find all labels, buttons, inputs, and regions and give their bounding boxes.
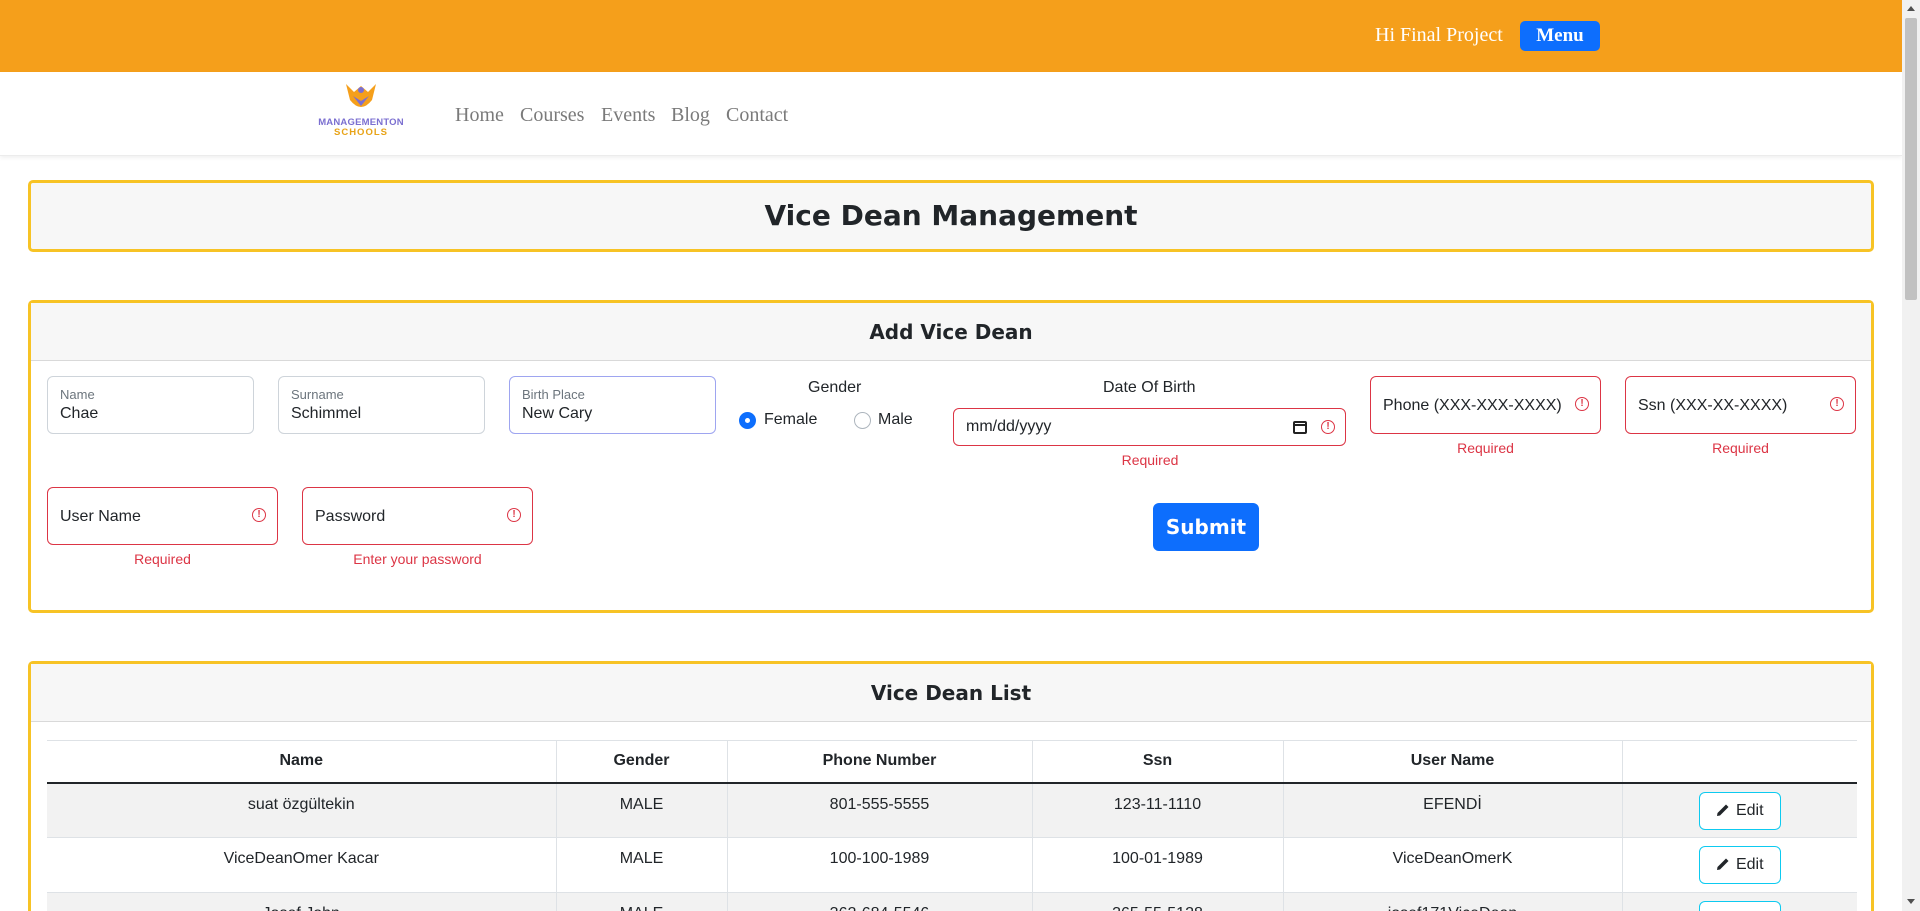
- cell-actions: Edit: [1621, 782, 1857, 838]
- ssn-error: Required: [1712, 440, 1769, 456]
- logo-icon: [346, 84, 376, 107]
- edit-label: Edit: [1735, 801, 1764, 819]
- ssn-field[interactable]: Ssn (XXX-XX-XXXX) !: [1625, 376, 1856, 434]
- nav-courses[interactable]: Courses: [520, 104, 584, 127]
- cell-name: Josef John: [47, 892, 556, 911]
- cell-phone: 100-100-1989: [726, 837, 1032, 893]
- cell-name: ViceDeanOmer Kacar: [47, 837, 556, 893]
- nav-events[interactable]: Events: [601, 104, 655, 127]
- vice-dean-list-panel: Vice Dean List Name Gender Phone Number …: [28, 661, 1874, 911]
- cell-phone: 362-684-5546: [726, 892, 1032, 911]
- cell-username: EFENDİ: [1282, 782, 1622, 838]
- col-username: User Name: [1282, 740, 1622, 784]
- cell-username: ViceDeanOmerK: [1282, 837, 1622, 893]
- top-bar: Hi Final Project Menu: [0, 0, 1902, 72]
- gender-label: Gender: [808, 379, 862, 396]
- page-title-panel: Vice Dean Management: [28, 180, 1874, 252]
- gender-female-label[interactable]: Female: [764, 411, 817, 429]
- surname-value: Schimmel: [291, 405, 362, 422]
- col-gender: Gender: [555, 740, 727, 784]
- cell-phone: 801-555-5555: [726, 782, 1032, 838]
- phone-placeholder: Phone (XXX-XXX-XXXX): [1383, 397, 1562, 414]
- username-error: Required: [134, 551, 191, 567]
- name-field[interactable]: Name Chae: [47, 376, 254, 434]
- page-scrollbar[interactable]: [1902, 0, 1920, 911]
- birth-place-value: New Cary: [522, 405, 593, 422]
- list-title: Vice Dean List: [31, 664, 1871, 722]
- edit-button[interactable]: Edit: [1698, 846, 1781, 884]
- ssn-placeholder: Ssn (XXX-XX-XXXX): [1638, 397, 1788, 414]
- password-placeholder: Password: [315, 508, 386, 525]
- pencil-icon: [1716, 858, 1729, 870]
- cell-ssn: 123-11-1110: [1031, 782, 1283, 838]
- password-error: Enter your password: [353, 551, 482, 567]
- cell-gender: MALE: [555, 892, 727, 911]
- col-name: Name: [47, 740, 556, 784]
- vice-dean-table: Name Gender Phone Number Ssn User Name s…: [47, 740, 1857, 911]
- error-icon: !: [252, 508, 266, 522]
- col-actions: [1621, 740, 1857, 784]
- error-icon: !: [1575, 397, 1589, 411]
- name-value: Chae: [60, 405, 99, 422]
- table-header-row: Name Gender Phone Number Ssn User Name: [47, 740, 1857, 784]
- surname-label: Surname: [291, 387, 344, 402]
- menu-button[interactable]: Menu: [1520, 21, 1600, 51]
- logo-text-line2: SCHOOLS: [334, 127, 388, 138]
- submit-button[interactable]: Submit: [1153, 503, 1259, 551]
- gender-male-radio[interactable]: [854, 412, 871, 429]
- scroll-up-icon[interactable]: [1907, 6, 1915, 11]
- dob-label: Date Of Birth: [1103, 379, 1196, 396]
- page-title: Vice Dean Management: [764, 199, 1138, 232]
- logo[interactable]: MANAGEMENTON SCHOOLS: [306, 80, 416, 140]
- error-icon: !: [1830, 397, 1844, 411]
- user-greeting: Hi Final Project: [1375, 24, 1503, 46]
- cell-gender: MALE: [555, 782, 727, 838]
- error-icon: !: [1321, 420, 1335, 434]
- nav-home[interactable]: Home: [455, 104, 504, 127]
- scrollbar-thumb[interactable]: [1905, 18, 1917, 300]
- username-placeholder: User Name: [60, 508, 141, 525]
- nav-contact[interactable]: Contact: [726, 104, 788, 127]
- form-title: Add Vice Dean: [31, 303, 1871, 361]
- nav-blog[interactable]: Blog: [671, 104, 710, 127]
- edit-label: Edit: [1735, 856, 1764, 873]
- phone-field[interactable]: Phone (XXX-XXX-XXXX) !: [1370, 376, 1601, 434]
- gender-female-radio[interactable]: [739, 412, 756, 429]
- phone-error: Required: [1457, 440, 1514, 456]
- dob-error: Required: [1121, 452, 1179, 468]
- cell-gender: MALE: [555, 837, 727, 893]
- name-label: Name: [60, 387, 95, 402]
- scroll-down-icon[interactable]: [1907, 899, 1915, 904]
- calendar-icon[interactable]: [1293, 421, 1307, 434]
- col-phone: Phone Number: [726, 740, 1032, 784]
- table-row: ViceDeanOmer Kacar MALE 100-100-1989 100…: [47, 837, 1857, 893]
- cell-ssn: 365-55-5128: [1031, 892, 1283, 911]
- error-icon: !: [507, 508, 521, 522]
- navbar: [0, 72, 1902, 156]
- cell-actions: Edit: [1621, 892, 1857, 911]
- cell-username: josef171ViceDean: [1282, 892, 1622, 911]
- birth-place-field[interactable]: Birth Place New Cary: [509, 376, 716, 434]
- table-row: Josef John MALE 362-684-5546 365-55-5128…: [47, 892, 1857, 911]
- edit-button[interactable]: Edit: [1698, 901, 1781, 911]
- dob-input[interactable]: mm/dd/yyyy !: [953, 408, 1346, 446]
- dob-placeholder: mm/dd/yyyy: [966, 418, 1052, 435]
- col-ssn: Ssn: [1031, 740, 1283, 784]
- surname-field[interactable]: Surname Schimmel: [278, 376, 485, 434]
- cell-actions: Edit: [1621, 837, 1857, 893]
- pencil-icon: [1716, 804, 1729, 816]
- edit-button[interactable]: Edit: [1698, 791, 1781, 830]
- password-field[interactable]: Password !: [302, 487, 533, 545]
- cell-ssn: 100-01-1989: [1031, 837, 1283, 893]
- username-field[interactable]: User Name !: [47, 487, 278, 545]
- gender-male-label[interactable]: Male: [878, 411, 913, 429]
- cell-name: suat özgültekin: [47, 782, 556, 838]
- birth-place-label: Birth Place: [522, 387, 585, 402]
- table-row: suat özgültekin MALE 801-555-5555 123-11…: [47, 782, 1857, 838]
